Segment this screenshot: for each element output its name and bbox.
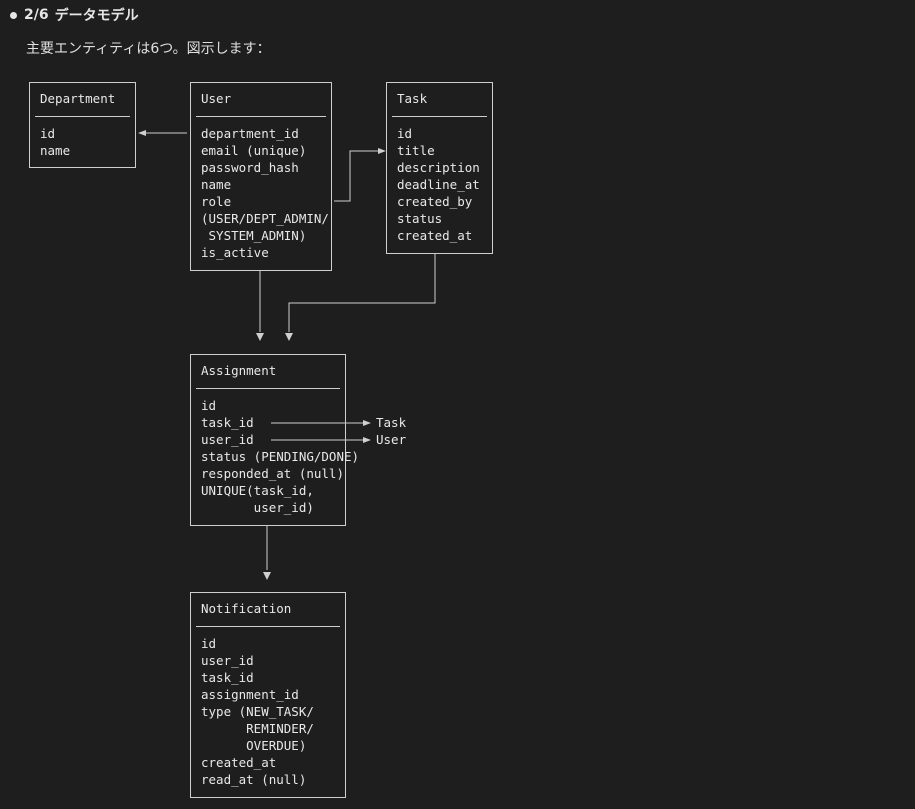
task-reference-label: Task [376, 415, 407, 430]
arrow-down-icon [285, 333, 293, 341]
user-reference-label: User [376, 432, 407, 447]
arrow-right-icon [363, 420, 371, 426]
arrow-down-icon [256, 333, 264, 341]
divider [196, 116, 326, 117]
entity-notification: Notification id user_id task_id assignme… [190, 592, 346, 798]
entity-fields: id title description deadline_at created… [397, 126, 480, 243]
entity-title: Notification [201, 601, 292, 616]
entity-assignment: Assignment id task_id user_id status (PE… [190, 354, 359, 526]
arrow-right-icon [378, 148, 386, 154]
entity-fields: id user_id task_id assignment_id type (N… [201, 636, 314, 787]
entity-title: Assignment [201, 363, 277, 378]
entity-title: Task [397, 91, 428, 106]
arrow-left-icon [138, 130, 146, 136]
arrow-down-icon [263, 572, 271, 580]
er-diagram: Department id name User department_id em… [0, 0, 915, 809]
arrow-right-icon [363, 437, 371, 443]
divider [392, 116, 487, 117]
entity-fields: id task_id user_id status (PENDING/DONE)… [201, 398, 360, 515]
entity-user: User department_id email (unique) passwo… [190, 82, 332, 271]
entity-title: Department [40, 91, 116, 106]
entity-fields: department_id email (unique) password_ha… [201, 126, 329, 260]
entity-title: User [201, 91, 232, 106]
divider [196, 626, 340, 627]
divider [196, 388, 340, 389]
entity-department: Department id name [29, 82, 136, 168]
divider [35, 116, 130, 117]
entity-fields: id name [40, 126, 71, 158]
entity-task: Task id title description deadline_at cr… [386, 82, 493, 254]
